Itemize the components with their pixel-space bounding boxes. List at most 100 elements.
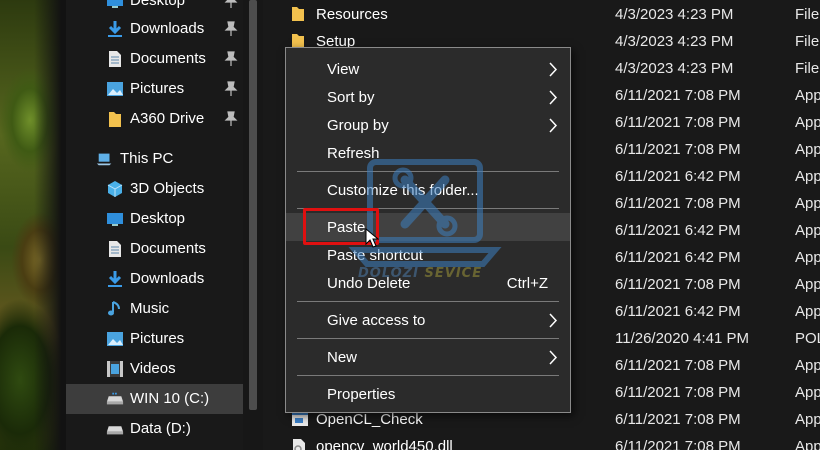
nav-item-3d-objects[interactable]: 3D Objects [66,174,243,204]
menu-item-group-by[interactable]: Group by [286,111,570,139]
file-name: opencv_world450.dll [316,438,453,450]
file-date: 4/3/2023 4:23 PM [615,33,734,50]
file-type: App [795,438,820,450]
file-date: 4/3/2023 4:23 PM [615,6,734,23]
menu-label: Undo Delete [327,275,411,292]
menu-label: Paste shortcut [327,247,423,264]
file-type: App [795,276,820,293]
file-type: File [795,33,820,50]
file-type: App [795,357,820,374]
folder-icon [291,6,309,22]
drive-icon [106,390,124,408]
nav-item-data-drive[interactable]: Data (D:) [66,414,243,444]
cube-icon [106,180,124,198]
file-type: File [795,60,820,77]
nav-label: Data (D:) [130,420,191,437]
navigation-scrollbar[interactable] [243,0,263,450]
pane-splitter[interactable] [263,0,283,450]
file-type: App [795,141,820,158]
file-type: App [795,114,820,131]
nav-item-videos[interactable]: Videos [66,354,243,384]
window-edge-shadow [34,0,66,450]
nav-item-documents-quick[interactable]: Documents [66,44,243,74]
menu-item-paste-shortcut[interactable]: Paste shortcut [286,241,570,269]
nav-label: Downloads [130,270,205,287]
menu-item-customize-folder[interactable]: Customize this folder... [286,176,570,204]
menu-item-undo-delete[interactable]: Undo Delete Ctrl+Z [286,269,570,297]
file-row[interactable]: Resources 4/3/2023 4:23 PM File [283,1,820,28]
menu-label: Sort by [327,89,375,106]
menu-label: Give access to [327,312,426,329]
menu-item-paste[interactable]: Paste [286,213,570,241]
nav-item-this-pc[interactable]: This PC [66,144,243,174]
nav-item-documents[interactable]: Documents [66,234,243,264]
pin-icon[interactable] [224,0,238,9]
menu-item-properties[interactable]: Properties [286,380,570,408]
nav-item-downloads[interactable]: Downloads [66,264,243,294]
file-type: App [795,303,820,320]
menu-label: Refresh [327,145,380,162]
nav-label: Downloads [130,20,205,37]
nav-label: Videos [130,360,176,377]
pin-icon[interactable] [224,81,238,97]
pin-icon[interactable] [224,51,238,67]
menu-item-sort-by[interactable]: Sort by [286,83,570,111]
nav-item-win10-drive[interactable]: WIN 10 (C:) [66,384,243,414]
menu-separator [297,208,559,209]
nav-label: Pictures [130,80,185,97]
nav-label: Pictures [130,330,185,347]
file-type: App [795,249,820,266]
file-date: 6/11/2021 7:08 PM [615,357,741,374]
menu-item-refresh[interactable]: Refresh [286,139,570,167]
nav-label: This PC [120,150,174,167]
file-date: 11/26/2020 4:41 PM [615,330,749,347]
music-icon [106,300,124,318]
nav-item-a360-drive[interactable]: A360 Drive [66,104,243,134]
menu-separator [297,375,559,376]
menu-label: Group by [327,117,389,134]
pin-icon[interactable] [224,21,238,37]
menu-item-new[interactable]: New [286,343,570,371]
chevron-right-icon [548,118,558,133]
file-date: 6/11/2021 6:42 PM [615,222,741,239]
nav-label: A360 Drive [130,110,205,127]
computer-icon [96,150,114,168]
scrollbar-thumb[interactable] [249,0,257,410]
file-type: App [795,195,820,212]
file-date: 6/11/2021 6:42 PM [615,168,741,185]
file-date: 6/11/2021 7:08 PM [615,384,741,401]
file-name: OpenCL_Check [316,411,423,428]
nav-item-downloads-quick[interactable]: Downloads [66,14,243,44]
menu-separator [297,338,559,339]
file-date: 6/11/2021 7:08 PM [615,114,741,131]
file-type: App [795,411,820,428]
nav-item-pictures[interactable]: Pictures [66,324,243,354]
document-icon [106,50,124,68]
nav-item-pictures-quick[interactable]: Pictures [66,74,243,104]
navigation-pane: Desktop Downloads Documents Pictures A36… [66,0,243,450]
menu-item-give-access[interactable]: Give access to [286,306,570,334]
file-type: App [795,222,820,239]
menu-label: Paste [327,219,366,236]
nav-label: Desktop [130,0,186,9]
pictures-icon [106,330,124,348]
nav-item-desktop[interactable]: Desktop [66,204,243,234]
file-date: 6/11/2021 7:08 PM [615,411,741,428]
chevron-right-icon [548,313,558,328]
chevron-right-icon [548,350,558,365]
download-icon [106,270,124,288]
nav-label: WIN 10 (C:) [130,390,210,407]
file-date: 6/11/2021 6:42 PM [615,303,741,320]
desktop-icon [106,210,124,228]
pin-icon[interactable] [224,111,238,127]
nav-label: Documents [130,50,206,67]
menu-label: View [327,61,360,78]
nav-label: Desktop [130,210,186,227]
nav-label: Documents [130,240,206,257]
menu-label: Properties [327,386,396,403]
chevron-right-icon [548,62,558,77]
menu-item-view[interactable]: View [286,55,570,83]
menu-label: Customize this folder... [327,182,479,199]
file-row[interactable]: opencv_world450.dll 6/11/2021 7:08 PM Ap… [283,433,820,450]
nav-item-music[interactable]: Music [66,294,243,324]
